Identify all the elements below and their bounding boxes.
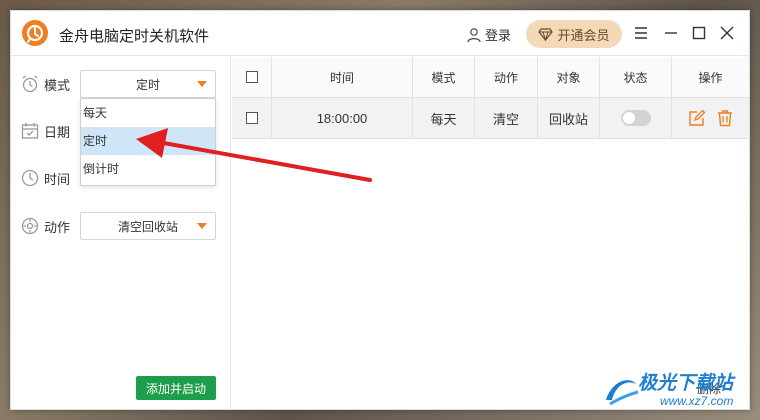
select-all-checkbox[interactable]: [245, 71, 258, 83]
minimize-icon[interactable]: [661, 23, 681, 43]
row-checkbox[interactable]: [245, 112, 258, 124]
mode-row: 模式: [20, 71, 70, 97]
header-time: 时间: [272, 57, 413, 97]
title-bar: 金舟电脑定时关机软件 登录 开通会员: [11, 11, 749, 56]
watermark-url: www.xz7.com: [660, 394, 734, 408]
date-label: 日期: [44, 124, 71, 140]
user-icon: [467, 27, 481, 42]
time-label: 时间: [44, 171, 71, 187]
mode-select[interactable]: 定时: [80, 70, 216, 98]
app-title: 金舟电脑定时关机软件: [59, 28, 210, 45]
mode-select-value: 定时: [135, 77, 160, 92]
watermark-logo-icon: [606, 380, 639, 406]
maximize-icon[interactable]: [689, 23, 709, 43]
clock-icon: [21, 169, 39, 187]
table-header: 时间 模式 动作 对象 状态 操作: [232, 57, 749, 98]
task-form-panel: 模式 定时 日期 时间 00▾ 00▾ 00▾: [11, 57, 231, 410]
status-toggle[interactable]: [620, 110, 651, 126]
date-row: 日期: [20, 118, 70, 144]
select-all-cell: [232, 57, 272, 97]
row-select-cell: [232, 98, 272, 138]
mode-option-selected[interactable]: 定时: [81, 127, 215, 155]
action-select[interactable]: 清空回收站: [80, 212, 216, 240]
diamond-icon: [538, 27, 554, 41]
watermark: 极光下载站 www.xz7.com: [600, 366, 758, 416]
row-status-cell: [600, 98, 672, 138]
login-button[interactable]: 登录: [466, 25, 511, 44]
mode-label: 模式: [44, 77, 71, 93]
calendar-icon: [21, 123, 39, 139]
mode-dropdown: 每天 定时 倒计时: [80, 98, 216, 186]
menu-icon[interactable]: [631, 23, 651, 43]
app-logo-icon: [22, 20, 48, 46]
header-mode: 模式: [413, 57, 475, 97]
edit-icon[interactable]: [688, 109, 706, 127]
row-mode: 每天: [413, 98, 475, 138]
header-action: 动作: [475, 57, 538, 97]
vip-label: 开通会员: [557, 27, 610, 43]
mode-option[interactable]: 倒计时: [81, 155, 215, 183]
gear-icon: [21, 217, 39, 235]
app-window: 金舟电脑定时关机软件 登录 开通会员 模式 定时 日期 时间 动作 清空回收站 …: [10, 10, 750, 410]
time-row: 时间: [20, 165, 70, 191]
action-label: 动作: [44, 219, 71, 235]
alarm-clock-icon: [22, 75, 38, 93]
watermark-title: 极光下载站: [638, 373, 734, 394]
login-label: 登录: [485, 28, 512, 43]
mode-option[interactable]: 每天: [81, 99, 215, 127]
row-object: 回收站: [538, 98, 600, 138]
header-status: 状态: [600, 57, 672, 97]
row-time: 18:00:00: [272, 98, 413, 138]
chevron-down-icon: [197, 81, 207, 87]
add-and-start-button[interactable]: 添加并启动: [136, 376, 216, 400]
chevron-down-icon: [197, 223, 207, 229]
row-operations: [672, 98, 749, 138]
trash-icon[interactable]: [716, 109, 734, 127]
close-icon[interactable]: [717, 23, 737, 43]
action-select-value: 清空回收站: [117, 219, 178, 234]
row-action: 清空: [475, 98, 538, 138]
task-table: 时间 模式 动作 对象 状态 操作 18:00:00 每天 清空 回收站: [232, 57, 749, 139]
action-row: 动作: [20, 213, 70, 239]
table-row: 18:00:00 每天 清空 回收站: [232, 98, 749, 139]
header-object: 对象: [538, 57, 600, 97]
header-operations: 操作: [698, 70, 723, 85]
vip-button[interactable]: 开通会员: [526, 20, 622, 48]
